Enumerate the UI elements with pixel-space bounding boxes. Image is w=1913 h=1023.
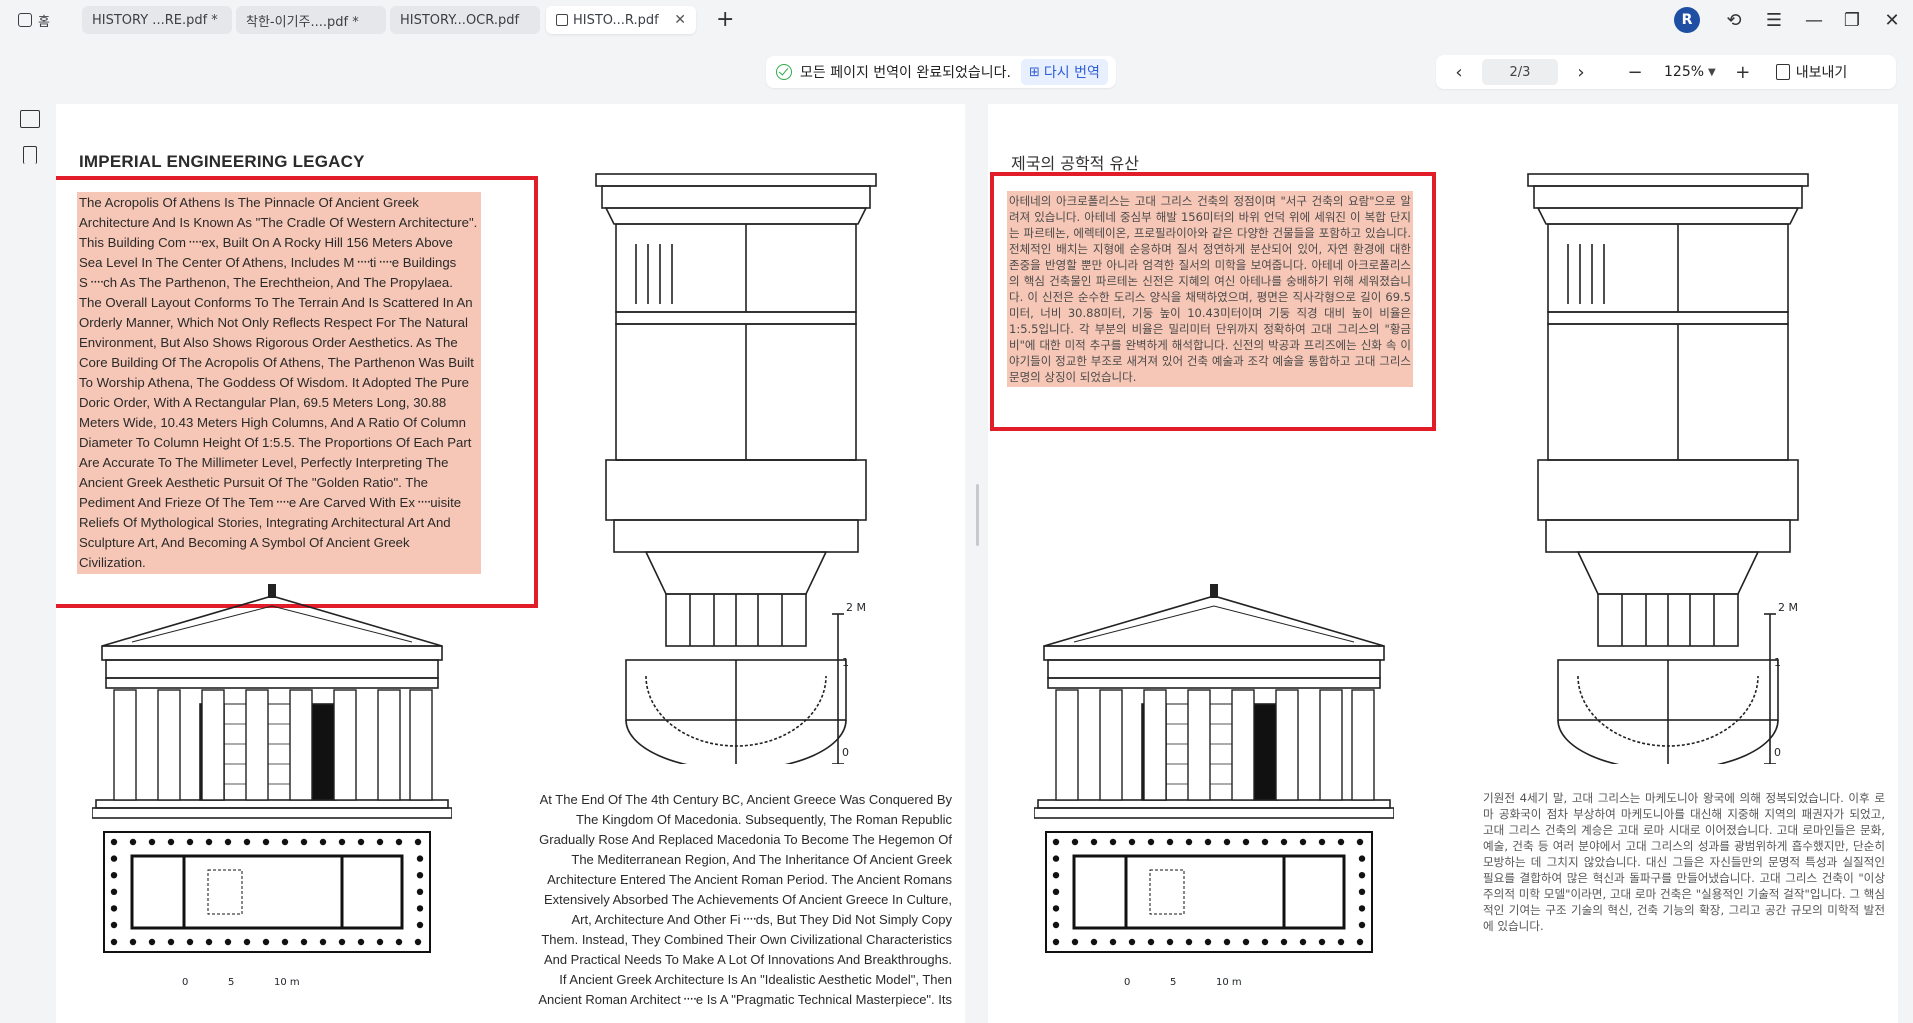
previous-page-button[interactable]: ‹ <box>1444 57 1474 87</box>
export-button[interactable]: 내보내기 <box>1775 62 1848 82</box>
original-page: IMPERIAL ENGINEERING LEGACY The Acropoli… <box>56 104 965 1023</box>
translation-status: 모든 페이지 번역이 완료되었습니다. ⊞ 다시 번역 <box>766 56 1116 88</box>
chevron-down-icon[interactable]: ▼ <box>1708 67 1716 78</box>
plan-scale-0: 0 <box>182 977 189 988</box>
status-text: 모든 페이지 번역이 완료되었습니다. <box>800 65 1011 81</box>
plan-scale-5: 5 <box>1170 977 1177 988</box>
menu-icon[interactable]: ☰ <box>1762 8 1786 32</box>
tab-label: HISTO...R.pdf <box>573 12 659 28</box>
translate-doc-icon <box>556 14 568 26</box>
plan-scale-10: 10 m <box>274 977 300 988</box>
export-label: 내보내기 <box>1795 65 1848 81</box>
temple-floor-plan <box>1045 831 1373 953</box>
restore-icon[interactable]: ❐ <box>1840 8 1864 32</box>
tab-document-2[interactable]: 착한-이기주....pdf * <box>236 6 386 34</box>
tab-home[interactable]: 홈 <box>8 6 68 34</box>
tab-label: HISTORY...OCR.pdf <box>400 12 520 28</box>
zoom-level[interactable]: 125% <box>1664 64 1704 80</box>
doric-column-drawing <box>1527 173 1809 764</box>
zoom-out-button[interactable]: − <box>1620 57 1650 87</box>
page-title: 제국의 공학적 유산 <box>1011 154 1139 173</box>
translated-page: 제국의 공학적 유산 아테네의 아크로폴리스는 고대 그리스 건축의 정점이며 … <box>988 104 1898 1023</box>
close-tab-icon[interactable]: ✕ <box>674 12 686 28</box>
zoom-in-button[interactable]: + <box>1728 57 1758 87</box>
plan-scale-5: 5 <box>228 977 235 988</box>
tab-label: 착한-이기주....pdf * <box>246 14 359 30</box>
check-circle-icon <box>776 64 792 80</box>
plan-scale-0: 0 <box>1124 977 1131 988</box>
temple-floor-plan <box>103 831 431 953</box>
side-toolbar <box>12 110 48 182</box>
retranslate-button[interactable]: ⊞ 다시 번역 <box>1021 59 1108 85</box>
scale-label: 0 <box>842 746 849 759</box>
tab-label: HISTORY ...RE.pdf * <box>92 12 218 28</box>
avatar[interactable]: R <box>1674 7 1700 33</box>
new-tab-button[interactable]: + <box>716 8 734 32</box>
tab-document-active[interactable]: HISTO...R.pdf ✕ <box>546 6 696 34</box>
tab-label: 홈 <box>38 14 50 30</box>
tab-document-1[interactable]: HISTORY ...RE.pdf * <box>82 6 232 34</box>
doric-column-drawing <box>595 173 877 764</box>
export-icon <box>1775 64 1790 80</box>
home-icon <box>18 13 32 27</box>
split-view-handle[interactable] <box>976 484 979 546</box>
scale-label: 2 M <box>1778 601 1798 614</box>
body-paragraph: 기원전 4세기 말, 고대 그리스는 마케도니아 왕국에 의해 정복되었습니다.… <box>1483 791 1885 933</box>
plan-scale-10: 10 m <box>1216 977 1242 988</box>
title-bar: 홈 HISTORY ...RE.pdf * 착한-이기주....pdf * HI… <box>0 0 1913 40</box>
temple-facade-drawing <box>1034 584 1394 819</box>
sync-icon[interactable]: ⟲ <box>1722 8 1746 32</box>
close-window-icon[interactable]: ✕ <box>1880 8 1904 32</box>
translate-icon: ⊞ <box>1029 64 1040 80</box>
next-page-button[interactable]: › <box>1566 57 1596 87</box>
scale-label: 1 <box>842 656 849 669</box>
scale-label: 0 <box>1774 746 1781 759</box>
selection-highlight-box <box>56 176 538 608</box>
body-paragraph: At The End Of The 4th Century BC, Ancien… <box>538 792 952 1007</box>
temple-facade-drawing <box>92 584 452 819</box>
tab-document-3[interactable]: HISTORY...OCR.pdf <box>390 6 540 34</box>
page-navigation-toolbar: ‹ 2/3 › − 125% ▼ + 내보내기 <box>1436 55 1896 89</box>
minimize-icon[interactable]: — <box>1802 8 1826 32</box>
page-title: IMPERIAL ENGINEERING LEGACY <box>79 152 365 171</box>
page-indicator[interactable]: 2/3 <box>1482 59 1558 85</box>
selection-highlight-box <box>990 172 1436 431</box>
scale-label: 1 <box>1774 656 1781 669</box>
thumbnails-icon[interactable] <box>20 110 40 128</box>
bookmark-icon[interactable] <box>23 146 37 164</box>
retranslate-label: 다시 번역 <box>1043 65 1100 81</box>
scale-label: 2 M <box>846 601 866 614</box>
